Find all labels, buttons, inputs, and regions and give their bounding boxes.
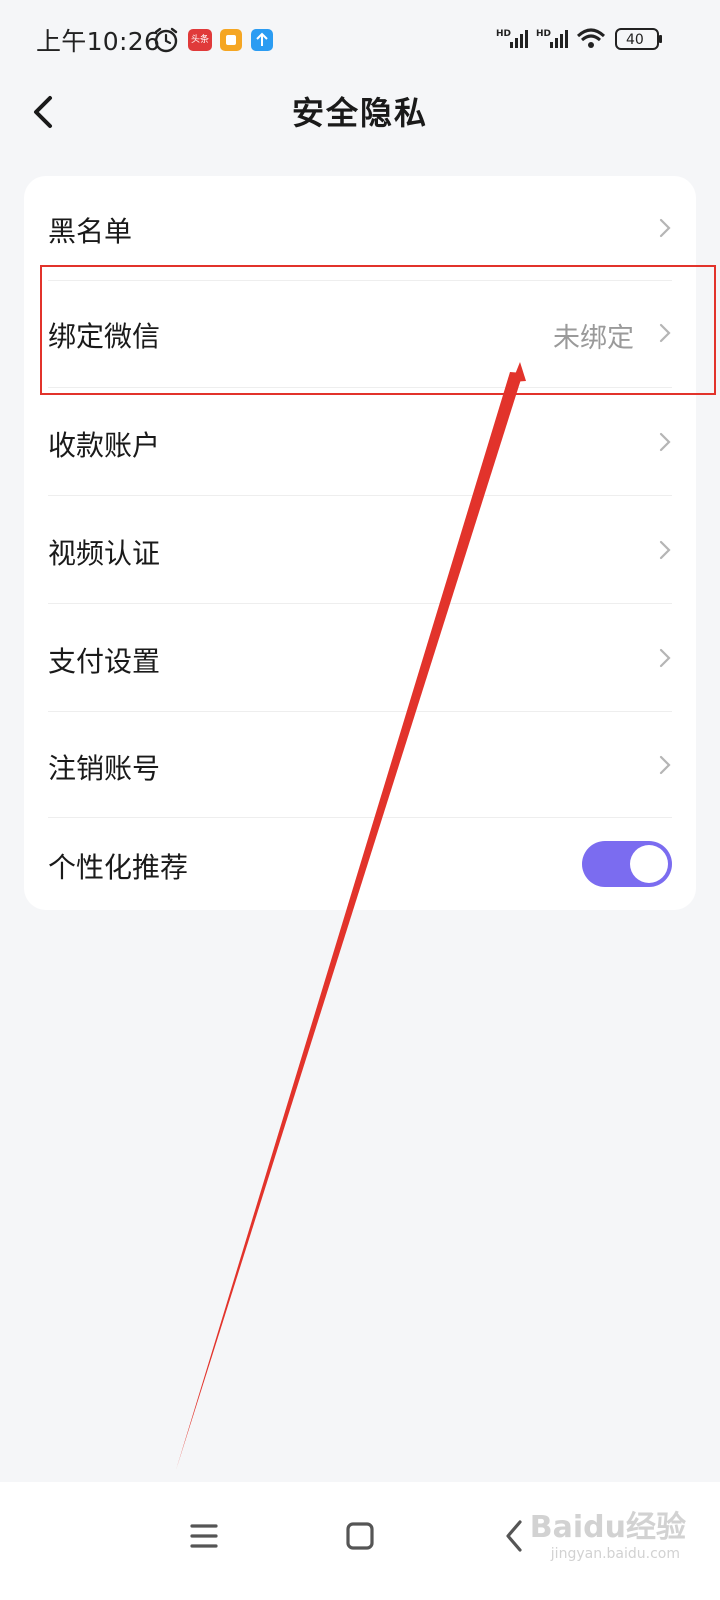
settings-item-label: 绑定微信 (48, 320, 161, 353)
menu-icon[interactable] (174, 1506, 234, 1566)
settings-item-label: 收款账户 (48, 429, 161, 462)
settings-item-bind-wechat[interactable]: 绑定微信 未绑定 (24, 281, 696, 387)
battery-level: 40 (626, 32, 644, 48)
header: 安全隐私 (0, 80, 720, 144)
chevron-right-icon (659, 323, 671, 343)
alarm-icon (154, 27, 178, 53)
page-title: 安全隐私 (291, 94, 428, 132)
chevron-right-icon (659, 218, 671, 238)
system-nav-bar: Baidu经验 jingyan.baidu.com (0, 1482, 720, 1600)
settings-item-payment-settings[interactable]: 支付设置 (24, 604, 696, 711)
settings-item-personalized-recommendation: 个性化推荐 (24, 818, 696, 910)
signal-wifi-battery-icon: HD HD 40 (496, 28, 662, 50)
chevron-right-icon (659, 540, 671, 560)
settings-card: 黑名单 绑定微信 未绑定 收款账户 视频认证 支付设置 注销账号 个性化推荐 (24, 176, 696, 910)
settings-item-delete-account[interactable]: 注销账号 (24, 712, 696, 818)
status-time: 上午10:26 (36, 27, 161, 56)
settings-item-label: 注销账号 (48, 752, 161, 785)
system-status-icons: HD HD 40 (496, 24, 686, 56)
chevron-right-icon (659, 755, 671, 775)
wechat-bind-status: 未绑定 (553, 323, 634, 354)
baidu-watermark-url: jingyan.baidu.com (550, 1546, 680, 1562)
status-bar: 上午10:26 头条 HD HD 40 (0, 0, 720, 80)
settings-item-payment-account[interactable]: 收款账户 (24, 388, 696, 495)
chevron-right-icon (659, 432, 671, 452)
settings-item-label: 个性化推荐 (48, 851, 189, 884)
baidu-watermark: Baidu经验 (529, 1510, 686, 1545)
home-icon[interactable] (330, 1506, 390, 1566)
toggle-knob (630, 845, 668, 883)
settings-item-label: 支付设置 (48, 645, 161, 678)
upload-app-icon (251, 29, 273, 51)
hd-label-2: HD (536, 29, 551, 39)
note-app-icon (220, 29, 242, 51)
settings-item-blacklist[interactable]: 黑名单 (24, 176, 696, 280)
toutiao-app-icon: 头条 (188, 29, 212, 51)
chevron-right-icon (659, 648, 671, 668)
settings-item-label: 黑名单 (48, 215, 133, 248)
hd-label-1: HD (496, 29, 511, 39)
personalized-recommendation-toggle[interactable] (582, 841, 672, 887)
settings-item-label: 视频认证 (48, 537, 161, 570)
settings-item-video-verification[interactable]: 视频认证 (24, 496, 696, 603)
